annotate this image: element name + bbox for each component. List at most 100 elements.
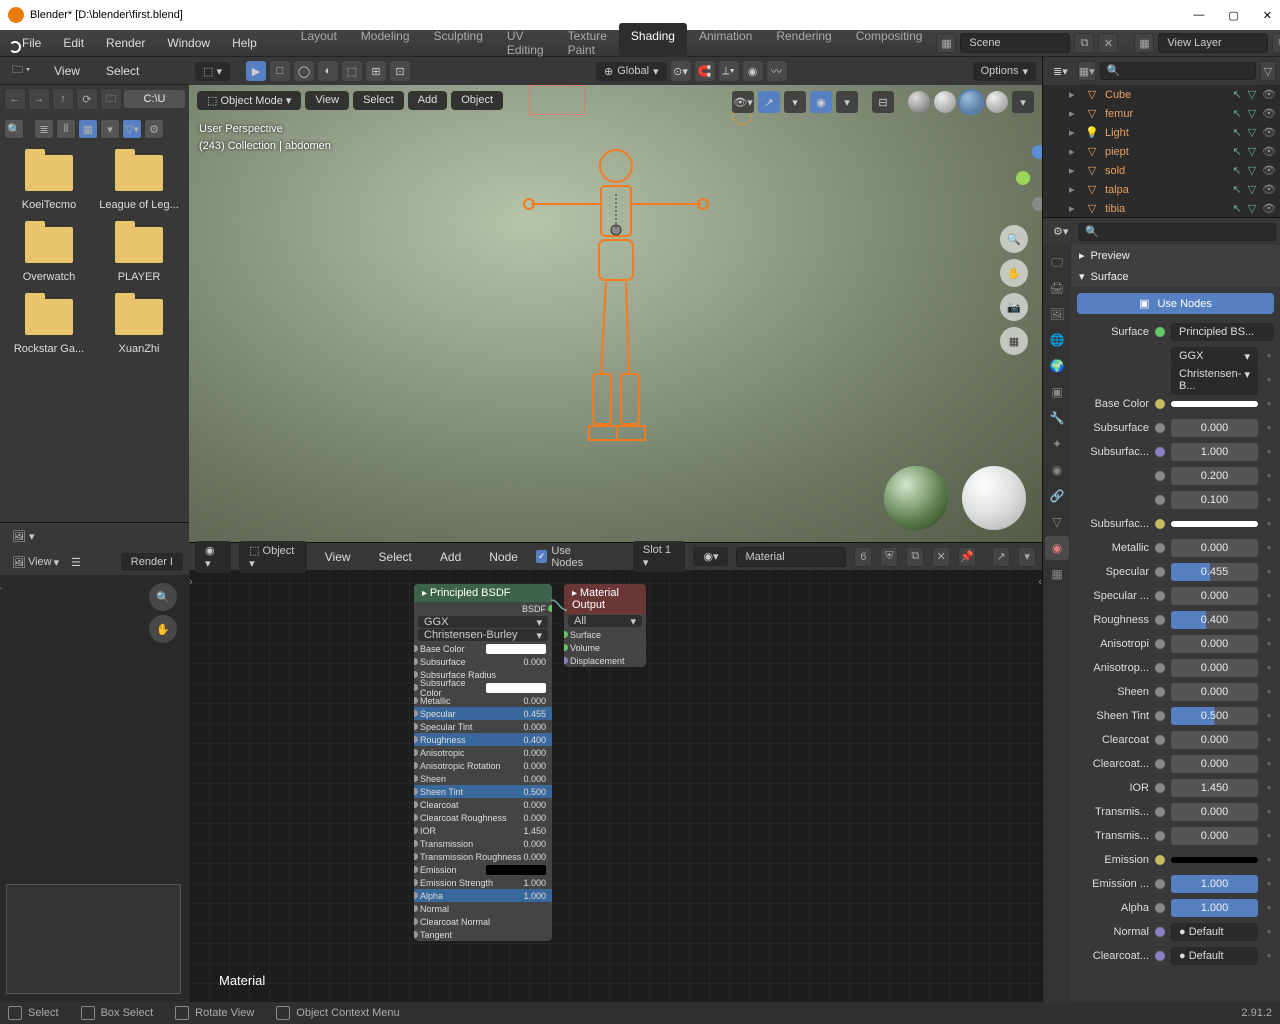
outliner-filter-icon[interactable]: ▽ (1260, 61, 1276, 81)
disable-toggle-icon[interactable]: 👁 (1262, 145, 1276, 158)
ne-overlay-icon[interactable]: ↗ (992, 547, 1010, 567)
prop-value[interactable]: 0.000 (1171, 827, 1258, 845)
hide-toggle-icon[interactable]: ▽ (1248, 126, 1256, 139)
mesh-figure[interactable] (511, 144, 721, 464)
axis-neg[interactable] (1032, 197, 1042, 211)
ptab-render[interactable]: 🖵 (1045, 250, 1069, 274)
overlay-dropdown[interactable]: ▾ (836, 91, 858, 113)
color-swatch[interactable] (1171, 521, 1258, 527)
color-swatch[interactable] (1171, 401, 1258, 407)
nav-forward-icon[interactable]: → (28, 88, 50, 110)
socket-dot[interactable] (1155, 615, 1165, 625)
filter-dropdown[interactable]: ▽▾ (122, 119, 142, 139)
ne-expand-left[interactable]: › (189, 576, 193, 588)
animate-dot[interactable]: • (1264, 950, 1274, 962)
select-toggle-icon[interactable]: ↖ (1232, 107, 1241, 120)
ptab-constraint[interactable]: 🔗 (1045, 484, 1069, 508)
outliner-row[interactable]: ▸💡Light↖▽👁 (1043, 123, 1280, 142)
prop-dropdown[interactable]: ● Default (1171, 947, 1258, 965)
socket-dot[interactable] (1155, 567, 1165, 577)
shading-wireframe[interactable] (908, 91, 930, 113)
animate-dot[interactable]: • (1264, 494, 1274, 506)
socket-dot[interactable] (1155, 855, 1165, 865)
zoom-nav-icon[interactable]: 🔍 (1000, 225, 1028, 253)
outliner-row[interactable]: ▸▽talpa↖▽👁 (1043, 180, 1280, 199)
menu-window[interactable]: Window (157, 32, 220, 54)
select-toggle-icon[interactable]: ↖ (1232, 126, 1241, 139)
nav-up-icon[interactable]: ↑ (52, 88, 74, 110)
prop-value[interactable]: 1.450 (1171, 779, 1258, 797)
node-material-output[interactable]: ▸ Material Output All▾ Surface Volume Di… (564, 584, 646, 667)
mat-fake-icon[interactable]: ⛨ (880, 547, 898, 567)
animate-dot[interactable]: • (1264, 902, 1274, 914)
zoom-icon[interactable]: 🔍 (149, 583, 177, 611)
animate-dot[interactable]: • (1264, 854, 1274, 866)
node-input-row[interactable]: Base Color (414, 642, 552, 655)
select-toggle-icon[interactable]: ↖ (1232, 88, 1241, 101)
socket-dot[interactable] (1155, 735, 1165, 745)
disable-toggle-icon[interactable]: 👁 (1262, 202, 1276, 215)
folder-item[interactable]: PLAYER (94, 227, 184, 283)
prop-value[interactable]: 0.000 (1171, 755, 1258, 773)
animate-dot[interactable]: • (1264, 470, 1274, 482)
shading-solid[interactable] (934, 91, 956, 113)
animate-dot[interactable]: • (1264, 758, 1274, 770)
animate-dot[interactable]: • (1264, 926, 1274, 938)
camera-nav-icon[interactable]: 📷 (1000, 293, 1028, 321)
node-editor[interactable]: ◉ ▾ ⬚ Object ▾ View Select Add Node ✓Use… (189, 542, 1042, 1002)
view-list-icon[interactable]: ≣ (34, 119, 54, 139)
ptab-material[interactable]: ◉ (1045, 536, 1069, 560)
ne-node-menu[interactable]: Node (479, 546, 528, 568)
select-lasso-icon[interactable]: ◐ (318, 61, 338, 81)
select-toggle-icon[interactable]: ↖ (1232, 183, 1241, 196)
animate-dot[interactable]: • (1264, 686, 1274, 698)
disable-toggle-icon[interactable]: 👁 (1262, 183, 1276, 196)
ptab-texture[interactable]: ▦ (1045, 562, 1069, 586)
prop-value[interactable]: 0.000 (1171, 659, 1258, 677)
ptab-output[interactable]: 🖨 (1045, 276, 1069, 300)
gizmo-dropdown[interactable]: ▾ (784, 91, 806, 113)
node-input-row[interactable]: Tangent (414, 928, 552, 941)
sort-dropdown[interactable]: ▾ (100, 119, 120, 139)
prop-dropdown[interactable]: ● Default (1171, 923, 1258, 941)
node-input-row[interactable]: Emission Strength1.000 (414, 876, 552, 889)
close-button[interactable]: ✕ (1263, 9, 1272, 22)
3d-viewport[interactable]: ⬚ Object Mode View Select Add Object 👁▾ … (189, 85, 1042, 542)
node-input-row[interactable]: Clearcoat0.000 (414, 798, 552, 811)
socket-dot[interactable] (1155, 399, 1165, 409)
pivot-icon[interactable]: ⊙▾ (671, 61, 691, 81)
hide-toggle-icon[interactable]: ▽ (1248, 88, 1256, 101)
overlay-toggle[interactable]: ◉ (810, 91, 832, 113)
prop-value[interactable]: 1.000 (1171, 443, 1258, 461)
ptab-physics[interactable]: ◉ (1045, 458, 1069, 482)
prop-value[interactable]: 0.000 (1171, 803, 1258, 821)
ne-select-menu[interactable]: Select (369, 546, 422, 568)
socket-dot[interactable] (1155, 831, 1165, 841)
gizmo-toggle[interactable]: ↗ (758, 91, 780, 113)
prop-value[interactable]: 0.000 (1171, 539, 1258, 557)
animate-dot[interactable]: • (1264, 518, 1274, 530)
ptab-viewlayer[interactable]: 🖼 (1045, 302, 1069, 326)
image-mode-dropdown[interactable]: 🖼 View ▾ (6, 553, 65, 572)
hide-toggle-icon[interactable]: ▽ (1248, 183, 1256, 196)
animate-dot[interactable]: • (1264, 782, 1274, 794)
color-swatch[interactable] (1171, 857, 1258, 863)
socket-dot[interactable] (1155, 951, 1165, 961)
socket-dot[interactable] (1155, 879, 1165, 889)
snap-toggle[interactable]: 🧲 (695, 61, 715, 81)
prop-value[interactable]: 0.000 (1171, 635, 1258, 653)
mode-dropdown[interactable]: ⬚ Object Mode (197, 91, 301, 110)
props-search[interactable] (1078, 223, 1276, 241)
cursor-tool-icon[interactable]: ▶ (246, 61, 266, 81)
select-box-icon[interactable]: □ (270, 61, 290, 81)
disable-toggle-icon[interactable]: 👁 (1262, 88, 1276, 101)
fb-select-menu[interactable]: Select (98, 60, 147, 82)
node-input-row[interactable]: Sheen0.000 (414, 772, 552, 785)
socket-dot[interactable] (1155, 447, 1165, 457)
folder-item[interactable]: Rockstar Ga... (4, 299, 94, 355)
disable-toggle-icon[interactable]: 👁 (1262, 107, 1276, 120)
slot-dropdown[interactable]: Slot 1 ▾ (633, 541, 686, 572)
vp-view-menu[interactable]: View (305, 91, 349, 110)
socket-dot[interactable] (1155, 711, 1165, 721)
socket-dot[interactable] (1155, 639, 1165, 649)
